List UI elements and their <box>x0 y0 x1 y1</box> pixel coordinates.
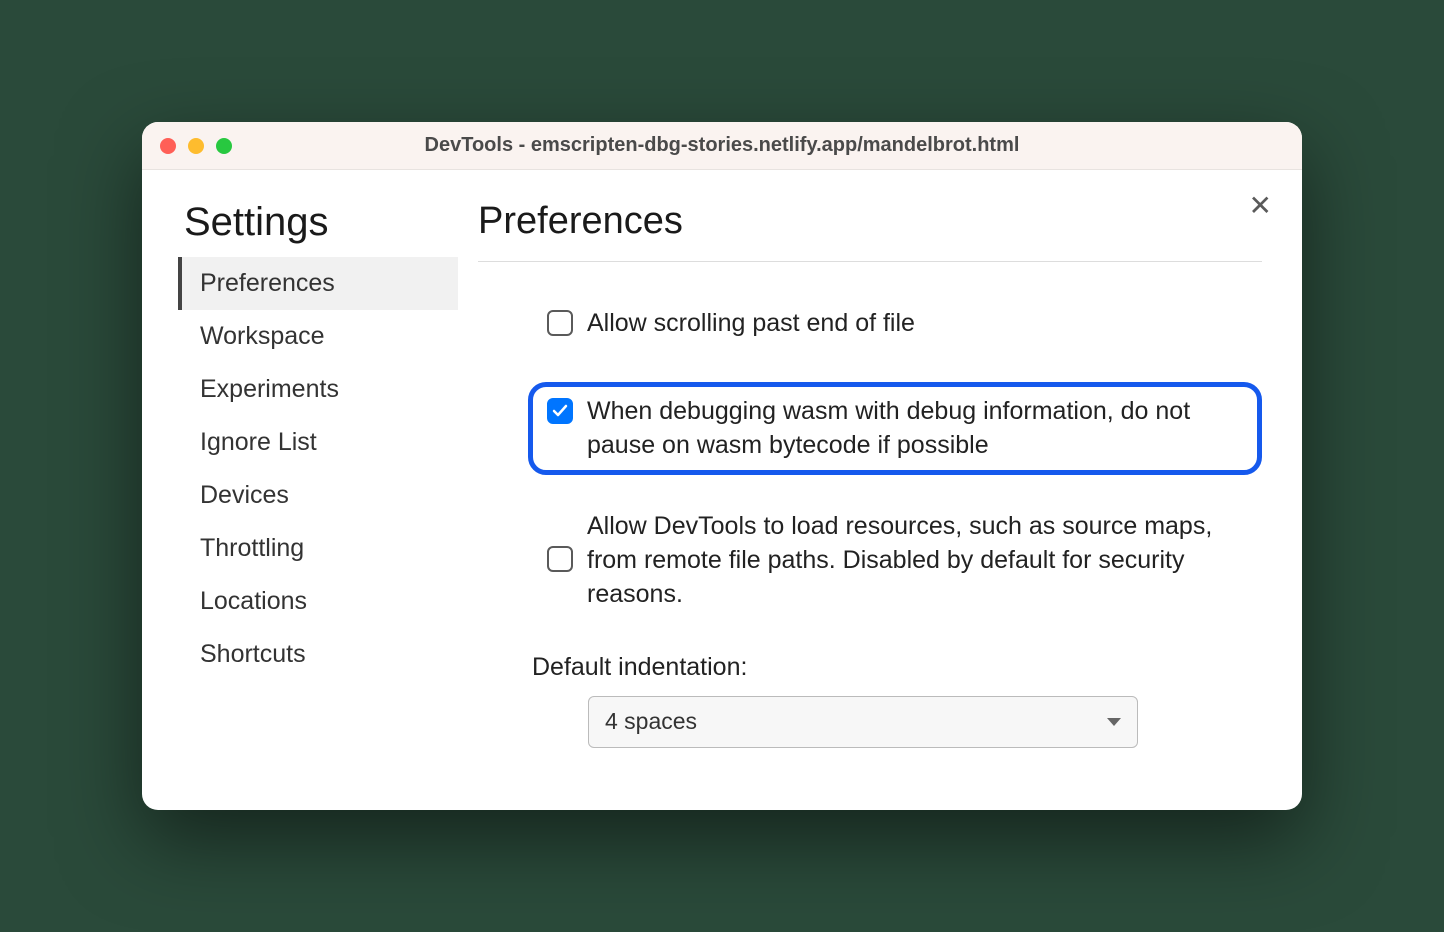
window-title: DevTools - emscripten-dbg-stories.netlif… <box>142 134 1302 157</box>
window-zoom-button[interactable] <box>216 138 232 154</box>
preferences-options: Allow scrolling past end of file When de… <box>478 294 1262 748</box>
indentation-select[interactable]: 4 spaces <box>588 696 1138 748</box>
sidebar-item-throttling[interactable]: Throttling <box>178 522 458 575</box>
devtools-settings-window: DevTools - emscripten-dbg-stories.netlif… <box>142 122 1302 810</box>
settings-heading: Settings <box>178 200 458 245</box>
indentation-select-wrap: 4 spaces <box>528 696 1262 748</box>
sidebar-item-devices[interactable]: Devices <box>178 469 458 522</box>
settings-sidebar: Settings Preferences Workspace Experimen… <box>178 200 458 770</box>
checkbox-allow-scrolling[interactable] <box>547 310 573 336</box>
checkbox-remote-resources[interactable] <box>547 546 573 572</box>
option-label: Allow DevTools to load resources, such a… <box>587 510 1243 611</box>
titlebar: DevTools - emscripten-dbg-stories.netlif… <box>142 122 1302 170</box>
window-minimize-button[interactable] <box>188 138 204 154</box>
checkbox-wasm-debug[interactable] <box>547 398 573 424</box>
divider <box>478 261 1262 262</box>
indentation-value: 4 spaces <box>605 708 697 735</box>
window-close-button[interactable] <box>160 138 176 154</box>
option-allow-scrolling: Allow scrolling past end of file <box>528 294 1262 354</box>
settings-content: ✕ Settings Preferences Workspace Experim… <box>142 170 1302 810</box>
sidebar-item-experiments[interactable]: Experiments <box>178 363 458 416</box>
indentation-label: Default indentation: <box>528 653 1262 682</box>
sidebar-item-shortcuts[interactable]: Shortcuts <box>178 628 458 681</box>
close-icon[interactable]: ✕ <box>1249 192 1272 220</box>
preferences-heading: Preferences <box>478 200 1262 243</box>
preferences-panel: Preferences Allow scrolling past end of … <box>458 200 1262 770</box>
traffic-lights <box>160 138 232 154</box>
option-label: Allow scrolling past end of file <box>587 307 915 341</box>
option-remote-resources: Allow DevTools to load resources, such a… <box>528 497 1262 624</box>
option-wasm-debug: When debugging wasm with debug informati… <box>528 382 1262 476</box>
chevron-down-icon <box>1107 718 1121 726</box>
option-label: When debugging wasm with debug informati… <box>587 395 1243 463</box>
sidebar-item-workspace[interactable]: Workspace <box>178 310 458 363</box>
sidebar-item-ignore-list[interactable]: Ignore List <box>178 416 458 469</box>
sidebar-item-preferences[interactable]: Preferences <box>178 257 458 310</box>
sidebar-item-locations[interactable]: Locations <box>178 575 458 628</box>
